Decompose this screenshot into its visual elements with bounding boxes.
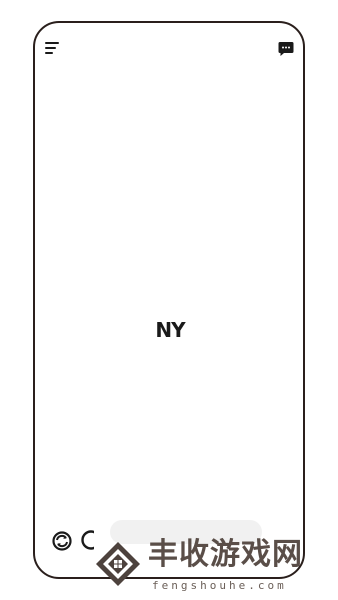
app-logo: NY <box>155 318 185 342</box>
diamond-logo-icon <box>96 542 140 586</box>
device-frame <box>33 21 305 579</box>
watermark-logo: 丰收游戏网 fengshouhe.com <box>88 532 338 600</box>
watermark-domain: fengshouhe.com <box>152 579 287 592</box>
watermark-title: 丰收游戏网 <box>148 537 303 572</box>
refresh-globe-icon[interactable] <box>52 531 72 551</box>
hamburger-menu-icon[interactable] <box>45 41 61 55</box>
chat-bubble-icon[interactable] <box>278 41 294 57</box>
